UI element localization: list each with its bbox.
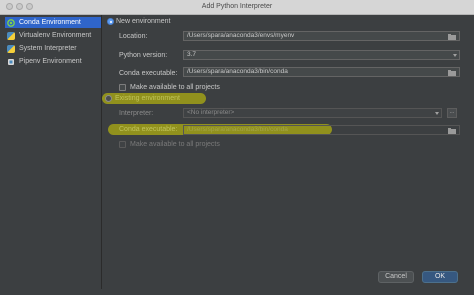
make-available-label: Make available to all projects [130, 84, 220, 91]
cancel-button[interactable]: Cancel [378, 271, 414, 283]
python-icon [7, 31, 15, 40]
existing-make-available-checkbox[interactable] [119, 141, 126, 148]
sidebar-item-system[interactable]: System Interpreter [5, 43, 101, 54]
existing-environment-radio[interactable] [105, 95, 112, 102]
interpreter-select[interactable]: <No interpreter> [183, 108, 442, 118]
sidebar-item-virtualenv[interactable]: Virtualenv Environment [5, 30, 101, 41]
dialog-window: Add Python Interpreter Conda Environment… [0, 0, 474, 295]
python-icon [7, 44, 15, 53]
new-environment-radio[interactable] [107, 18, 114, 25]
existing-conda-executable-value: /Users/spara/anaconda3/bin/conda [187, 126, 288, 133]
chevron-down-icon [453, 54, 457, 57]
existing-conda-executable-label: Conda executable: [119, 126, 178, 133]
settings-panel: New environment Location: /Users/spara/a… [102, 15, 474, 295]
location-value: /Users/spara/anaconda3/envs/myenv [187, 32, 295, 39]
sidebar-item-label: Pipenv Environment [19, 58, 82, 65]
conda-executable-input[interactable]: /Users/spara/anaconda3/bin/conda [183, 67, 460, 77]
conda-icon [7, 18, 15, 27]
sidebar-item-label: System Interpreter [19, 45, 77, 52]
folder-icon[interactable] [448, 128, 456, 134]
conda-executable-label: Conda executable: [119, 70, 178, 77]
python-version-value: 3.7 [187, 51, 197, 58]
ok-button[interactable]: OK [422, 271, 458, 283]
interpreter-type-sidebar: Conda Environment Virtualenv Environment… [3, 15, 101, 289]
sidebar-item-conda[interactable]: Conda Environment [5, 17, 101, 28]
sidebar-item-pipenv[interactable]: Pipenv Environment [5, 56, 101, 67]
new-environment-label: New environment [116, 18, 171, 25]
folder-icon[interactable] [448, 34, 456, 40]
browse-interpreter-button[interactable]: ... [447, 108, 457, 118]
make-available-checkbox[interactable] [119, 84, 126, 91]
conda-executable-value: /Users/spara/anaconda3/bin/conda [187, 68, 288, 75]
window-title: Add Python Interpreter [201, 3, 273, 10]
existing-environment-label: Existing environment [115, 95, 180, 102]
chevron-down-icon [435, 112, 439, 115]
location-label: Location: [119, 33, 148, 40]
right-edge [466, 15, 474, 295]
existing-conda-executable-input[interactable]: /Users/spara/anaconda3/bin/conda [183, 125, 460, 135]
python-version-select[interactable]: 3.7 [183, 50, 460, 60]
interpreter-value: <No interpreter> [187, 109, 235, 116]
sidebar-item-label: Virtualenv Environment [19, 32, 92, 39]
interpreter-label: Interpreter: [119, 110, 154, 117]
location-input[interactable]: /Users/spara/anaconda3/envs/myenv [183, 31, 460, 41]
existing-make-available-label: Make available to all projects [130, 141, 220, 148]
pipenv-icon [7, 58, 15, 66]
title-bar: Add Python Interpreter [0, 0, 474, 15]
sidebar-item-label: Conda Environment [19, 19, 81, 26]
folder-icon[interactable] [448, 70, 456, 76]
python-version-label: Python version: [119, 52, 168, 59]
